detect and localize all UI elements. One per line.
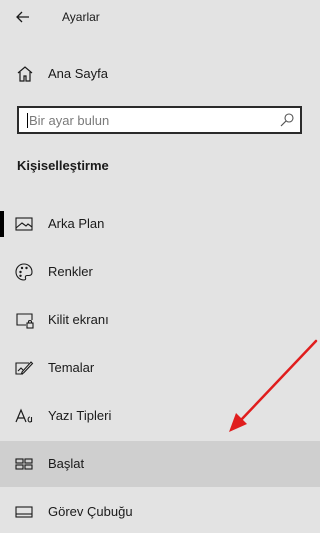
themes-icon [14,358,34,378]
title-bar: Ayarlar [0,0,320,34]
home-label: Ana Sayfa [48,66,108,81]
home-icon [15,64,35,84]
sidebar-item-lock-screen[interactable]: Kilit ekranı [0,297,320,343]
search-icon[interactable] [279,112,295,128]
text-caret [27,113,28,128]
sidebar-item-label: Temalar [48,360,95,375]
palette-icon [14,262,34,282]
sidebar-item-themes[interactable]: Temalar [0,345,320,391]
back-arrow-icon [16,11,29,23]
back-button[interactable] [12,6,34,28]
fonts-icon [14,406,34,426]
sidebar-item-colors[interactable]: Renkler [0,249,320,295]
app-title: Ayarlar [62,10,100,24]
start-tiles-icon [14,454,34,474]
sidebar-item-label: Kilit ekranı [48,312,109,327]
home-link[interactable]: Ana Sayfa [0,58,320,90]
taskbar-icon [14,502,34,522]
sidebar-item-label: Arka Plan [48,216,105,231]
sidebar-item-fonts[interactable]: Yazı Tipleri [0,393,320,439]
section-title: Kişiselleştirme [17,158,109,173]
sidebar-item-start[interactable]: Başlat [0,441,320,487]
sidebar-item-label: Başlat [48,456,85,471]
sidebar-item-label: Renkler [48,264,93,279]
sidebar-item-background[interactable]: Arka Plan [0,201,320,247]
sidebar-item-label: Görev Çubuğu [48,504,133,519]
picture-icon [14,214,34,234]
sidebar-item-label: Yazı Tipleri [48,408,112,423]
lock-screen-icon [14,310,34,330]
search-placeholder: Bir ayar bulun [29,113,110,128]
sidebar-item-taskbar[interactable]: Görev Çubuğu [0,489,320,533]
search-input[interactable]: Bir ayar bulun [17,106,302,134]
selection-indicator [0,211,4,237]
